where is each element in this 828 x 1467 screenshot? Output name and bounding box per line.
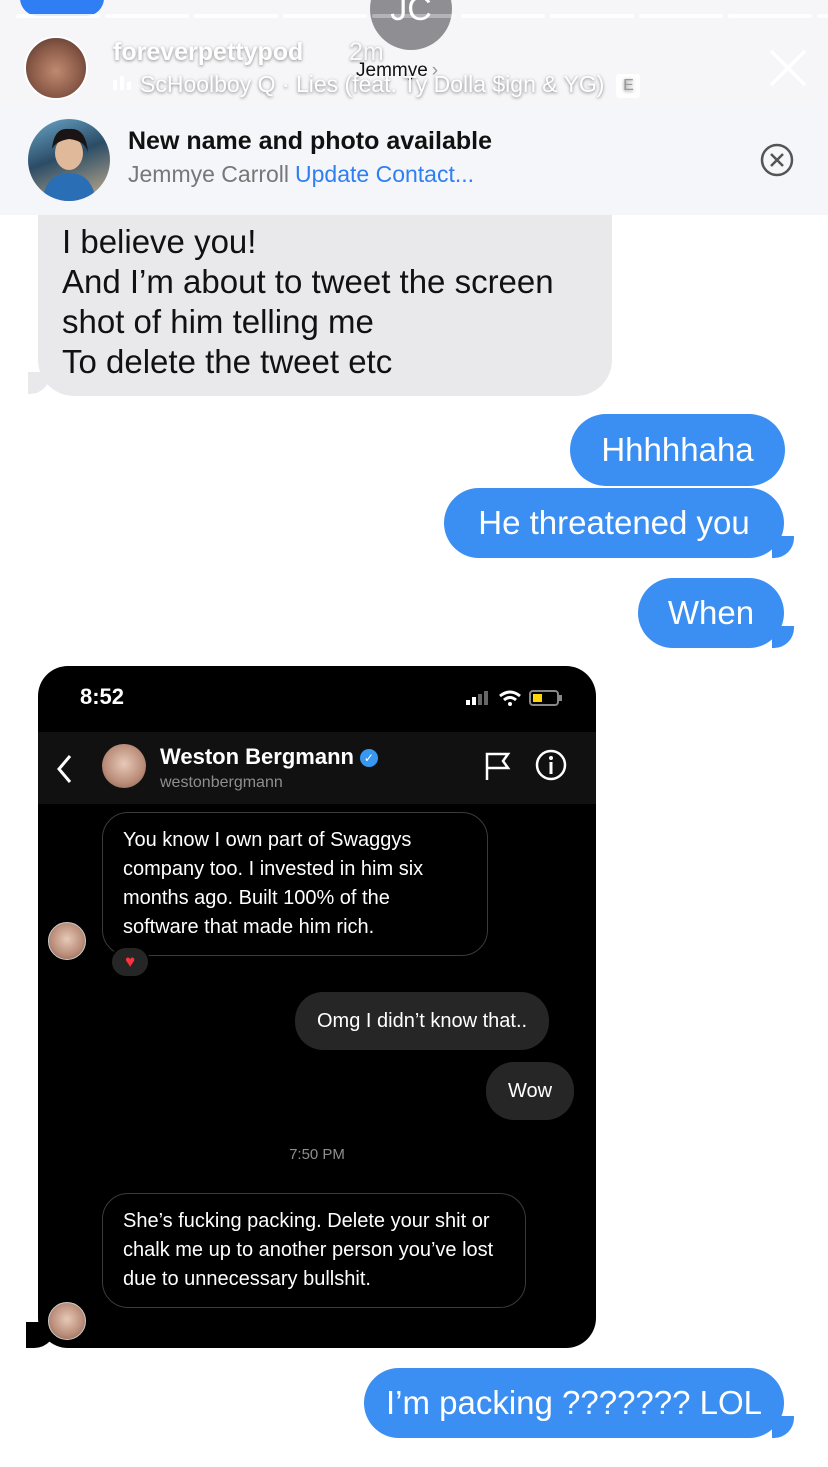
story-time: 2m: [349, 38, 384, 66]
contact-update-banner[interactable]: [0, 103, 828, 215]
message-line: shot of him telling me: [62, 303, 374, 340]
dm-text: She’s fucking packing. Delete your shit …: [123, 1210, 494, 1290]
music-label: ScHoolboy Q · Lies (feat. Ty Dolla $ign …: [140, 71, 605, 97]
message-text: I’m packing ??????? LOL: [385, 1384, 763, 1421]
message-line: I believe you!: [62, 223, 257, 260]
sent-message: When: [638, 578, 784, 648]
message-text: When: [667, 594, 755, 631]
heart-reaction-icon: ♥: [110, 946, 150, 978]
verified-badge-icon: ✓: [359, 749, 378, 767]
dm-text: Omg I didn’t know that..: [317, 1010, 528, 1032]
status-icons: [466, 690, 562, 706]
bubble-tail: [772, 1416, 794, 1438]
profile-handle: westonbergmann: [160, 774, 283, 791]
message-line: To delete the tweet etc: [62, 343, 393, 380]
story-progress-bar: [16, 14, 828, 18]
person-photo-icon: [42, 128, 96, 201]
bubble-tail: [772, 626, 794, 648]
flag-icon[interactable]: [482, 750, 512, 782]
back-icon[interactable]: [54, 752, 76, 786]
profile-name[interactable]: Weston Bergmann ✓: [160, 744, 378, 770]
sent-message: He threatened you: [444, 488, 784, 558]
sent-message: Hhhhhaha: [570, 414, 785, 486]
banner-contact-name: Jemmye Carroll: [128, 161, 290, 187]
profile-name-label: Weston Bergmann: [160, 744, 354, 769]
bubble-tail: [28, 372, 50, 394]
update-contact-link[interactable]: Update Contact...: [295, 161, 474, 187]
dm-timestamp: 7:50 PM: [289, 1146, 345, 1163]
explicit-badge: E: [616, 74, 641, 98]
banner-subtitle: Jemmye Carroll Update Contact...: [128, 161, 474, 188]
status-time: 8:52: [80, 684, 125, 709]
story-avatar[interactable]: [24, 36, 88, 100]
sender-avatar: [48, 1302, 86, 1340]
received-dm: You know I own part of Swaggys company t…: [102, 812, 488, 956]
close-icon[interactable]: [768, 48, 808, 88]
contact-photo: [28, 119, 110, 201]
received-dm: She’s fucking packing. Delete your shit …: [102, 1193, 526, 1308]
message-text: He threatened you: [478, 504, 750, 541]
bubble-tail: [772, 536, 794, 558]
profile-avatar[interactable]: [102, 744, 146, 788]
received-message: I believe you! And I’m about to tweet th…: [38, 206, 612, 396]
message-text: Hhhhhaha: [601, 431, 754, 468]
message-line: And I’m about to tweet the screen: [62, 263, 554, 300]
story-music[interactable]: ScHoolboy Q · Lies (feat. Ty Dolla $ign …: [112, 71, 641, 98]
info-icon[interactable]: [534, 748, 568, 782]
banner-title: New name and photo available: [128, 127, 492, 155]
sent-dm: Omg I didn’t know that..: [295, 992, 550, 1050]
music-bars-icon: [113, 76, 131, 90]
dm-text: You know I own part of Swaggys company t…: [123, 829, 424, 938]
close-circle-icon[interactable]: [760, 143, 794, 177]
sender-avatar: [48, 922, 86, 960]
instagram-screenshot-image[interactable]: 8:52 Weston Bergmann ✓ westonbergmann You…: [38, 666, 596, 1348]
sent-dm: Wow: [486, 1062, 575, 1120]
sent-message: I’m packing ??????? LOL: [364, 1368, 784, 1438]
story-username[interactable]: foreverpettypod: [113, 38, 303, 67]
dm-text: Wow: [508, 1080, 553, 1102]
